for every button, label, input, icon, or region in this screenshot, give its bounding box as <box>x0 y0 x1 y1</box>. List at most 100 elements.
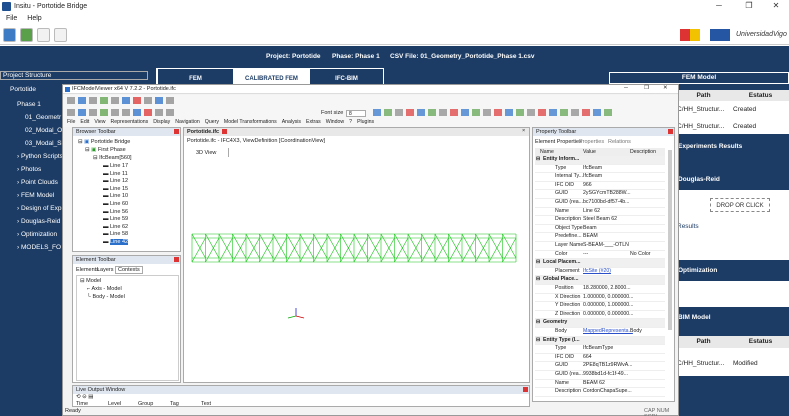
tree-node-line[interactable]: ▬ Line 12 <box>103 178 128 184</box>
close-button[interactable]: ✕ <box>763 0 789 12</box>
tree-item-optimization[interactable]: › Optimization <box>17 231 57 238</box>
tree-item-models[interactable]: › MODELS_FO <box>17 244 61 251</box>
tree-item-douglas[interactable]: › Douglas-Reid <box>17 218 60 225</box>
diagonal-member[interactable] <box>313 237 328 263</box>
open-project-icon[interactable] <box>20 28 33 42</box>
property-row[interactable]: Placement IfcSite (#20) <box>535 268 665 277</box>
diagonal-member[interactable] <box>272 233 287 259</box>
property-row[interactable]: Type IfcBeamType <box>535 345 665 354</box>
property-scrollbar[interactable] <box>668 150 672 330</box>
tree-node-line[interactable]: ▬ Line 60 <box>103 201 128 207</box>
diagonal-member[interactable] <box>475 237 490 263</box>
diagonal-member[interactable] <box>475 233 490 259</box>
property-row[interactable]: Position 18.280000, 2.8000... <box>535 285 665 294</box>
diagonal-member[interactable] <box>245 233 260 259</box>
maximize-button[interactable]: ❐ <box>736 0 762 12</box>
tree-node-floor[interactable]: ⊟ ▣ First Phase <box>85 147 126 153</box>
property-group[interactable]: Global Place... ⊟ <box>535 276 665 285</box>
ifc-view-icon[interactable] <box>593 109 601 116</box>
menu-file[interactable]: File <box>6 15 17 22</box>
property-row[interactable]: Body MappedRepresenta... Body <box>535 328 665 337</box>
ifc-view-icon[interactable] <box>406 109 414 116</box>
diagonal-member[interactable] <box>367 237 382 263</box>
ifc-menu-query[interactable]: Query <box>205 119 219 127</box>
property-row[interactable]: GUID 2PE8qTB1z9RWvA... <box>535 362 665 371</box>
context-axis[interactable]: ⌐ Axis - Model <box>87 286 122 292</box>
tree-node-line[interactable]: ▬ Line 62 <box>103 224 128 230</box>
tree-item-geometry[interactable]: 01_Geometr <box>25 114 61 121</box>
collapse-icon[interactable]: ⊟ <box>536 276 540 282</box>
new-project-icon[interactable] <box>3 28 16 42</box>
ifc-view-icon[interactable] <box>450 109 458 116</box>
property-group[interactable]: Local Placem... ⊟ <box>535 259 665 268</box>
diagonal-member[interactable] <box>286 233 301 259</box>
property-row[interactable]: Z Direction 0.000000, 0.000000... <box>535 311 665 320</box>
ifc-view-icon[interactable] <box>494 109 502 116</box>
diagonal-member[interactable] <box>259 237 274 263</box>
property-row[interactable]: GUID (rea... bc7100bd-df57-4b... <box>535 199 665 208</box>
ifc-view-icon[interactable] <box>417 109 425 116</box>
table-cell-path[interactable]: C/HH_Structur... <box>677 123 724 130</box>
diagonal-member[interactable] <box>394 237 409 263</box>
property-value[interactable]: IfcSite (#20) <box>583 268 611 274</box>
ifc-tool-icon[interactable] <box>89 97 97 104</box>
ifc-view-icon[interactable] <box>516 109 524 116</box>
diagonal-member[interactable] <box>421 237 436 263</box>
diagonal-member[interactable] <box>502 233 517 259</box>
diagonal-member[interactable] <box>461 237 476 263</box>
ifc-menu-analysis[interactable]: Analysis <box>282 119 301 127</box>
tree-item-photos[interactable]: › Photos <box>17 166 41 173</box>
tree-node-beam[interactable]: ⊟ IfcBeam[560] <box>93 155 132 161</box>
tree-node-line[interactable]: ▬ Line 59 <box>103 216 128 222</box>
diagonal-member[interactable] <box>191 233 206 259</box>
tree-item-fem[interactable]: › FEM Model <box>17 192 54 199</box>
ifc-menu-edit[interactable]: Edit <box>80 119 89 127</box>
ifc-tool-icon[interactable] <box>111 109 119 116</box>
tree-item-modal-old[interactable]: 02_Modal_Ol <box>25 127 64 134</box>
property-row[interactable]: Name BEAM 62 <box>535 380 665 389</box>
diagonal-member[interactable] <box>218 233 233 259</box>
tree-item-portotide[interactable]: Portotide <box>10 86 36 93</box>
table-cell-path[interactable]: C/HH_Structur... <box>677 360 724 367</box>
property-row[interactable]: GUID 2ySGYcmTB288W... <box>535 190 665 199</box>
ifc-view-icon[interactable] <box>428 109 436 116</box>
diagonal-member[interactable] <box>299 237 314 263</box>
diagonal-member[interactable] <box>232 237 247 263</box>
tree-node-line[interactable]: ▬ Line 15 <box>103 186 128 192</box>
ifc-menu-model-transformations[interactable]: Model Transformations <box>224 119 277 127</box>
property-row[interactable]: Object Type Beam <box>535 225 665 234</box>
property-row[interactable]: Type IfcBeam <box>535 165 665 174</box>
ifc-view-icon[interactable] <box>582 109 590 116</box>
ifc-tool-icon[interactable] <box>100 97 108 104</box>
diagonal-member[interactable] <box>488 237 503 263</box>
collapse-icon[interactable]: ⊟ <box>536 337 540 343</box>
ifc-tool-icon[interactable] <box>67 97 75 104</box>
diagonal-member[interactable] <box>232 233 247 259</box>
ifc-view-icon[interactable] <box>384 109 392 116</box>
tree-node-line[interactable]: ▬ Line 10 <box>103 193 128 199</box>
ifc-tool-icon[interactable] <box>155 97 163 104</box>
context-body[interactable]: └ Body - Model <box>87 294 125 300</box>
output-close-icon[interactable] <box>523 387 528 392</box>
ifc-view-icon[interactable] <box>527 109 535 116</box>
ifc-menu-view[interactable]: View <box>94 119 105 127</box>
output-toolbar-icons[interactable]: ⟲ ⊝ ▤ <box>76 394 93 400</box>
settings-icon[interactable] <box>54 28 67 42</box>
ifc-view-icon[interactable] <box>571 109 579 116</box>
property-row[interactable]: IFC OID 966 <box>535 182 665 191</box>
property-row[interactable]: Y Direction 0.000000, 1.000000... <box>535 302 665 311</box>
property-row[interactable]: Predefine... BEAM <box>535 233 665 242</box>
ifc-view-icon[interactable] <box>439 109 447 116</box>
diagonal-member[interactable] <box>205 233 220 259</box>
table-cell-path[interactable]: C/HH_Structur... <box>677 106 724 113</box>
diagonal-member[interactable] <box>502 237 517 263</box>
drop-or-click-button[interactable]: DROP OR CLICK <box>710 198 770 212</box>
diagonal-member[interactable] <box>380 237 395 263</box>
ifc-tool-icon[interactable] <box>89 109 97 116</box>
ifc-view-icon[interactable] <box>560 109 568 116</box>
ifc-tool-icon[interactable] <box>111 97 119 104</box>
ifc-tool-icon[interactable] <box>166 109 174 116</box>
ifc-menu-file[interactable]: File <box>67 119 75 127</box>
property-row[interactable]: GUID (rea... 9938bd1d-fc1f-49... <box>535 371 665 380</box>
ifc-view-icon[interactable] <box>461 109 469 116</box>
